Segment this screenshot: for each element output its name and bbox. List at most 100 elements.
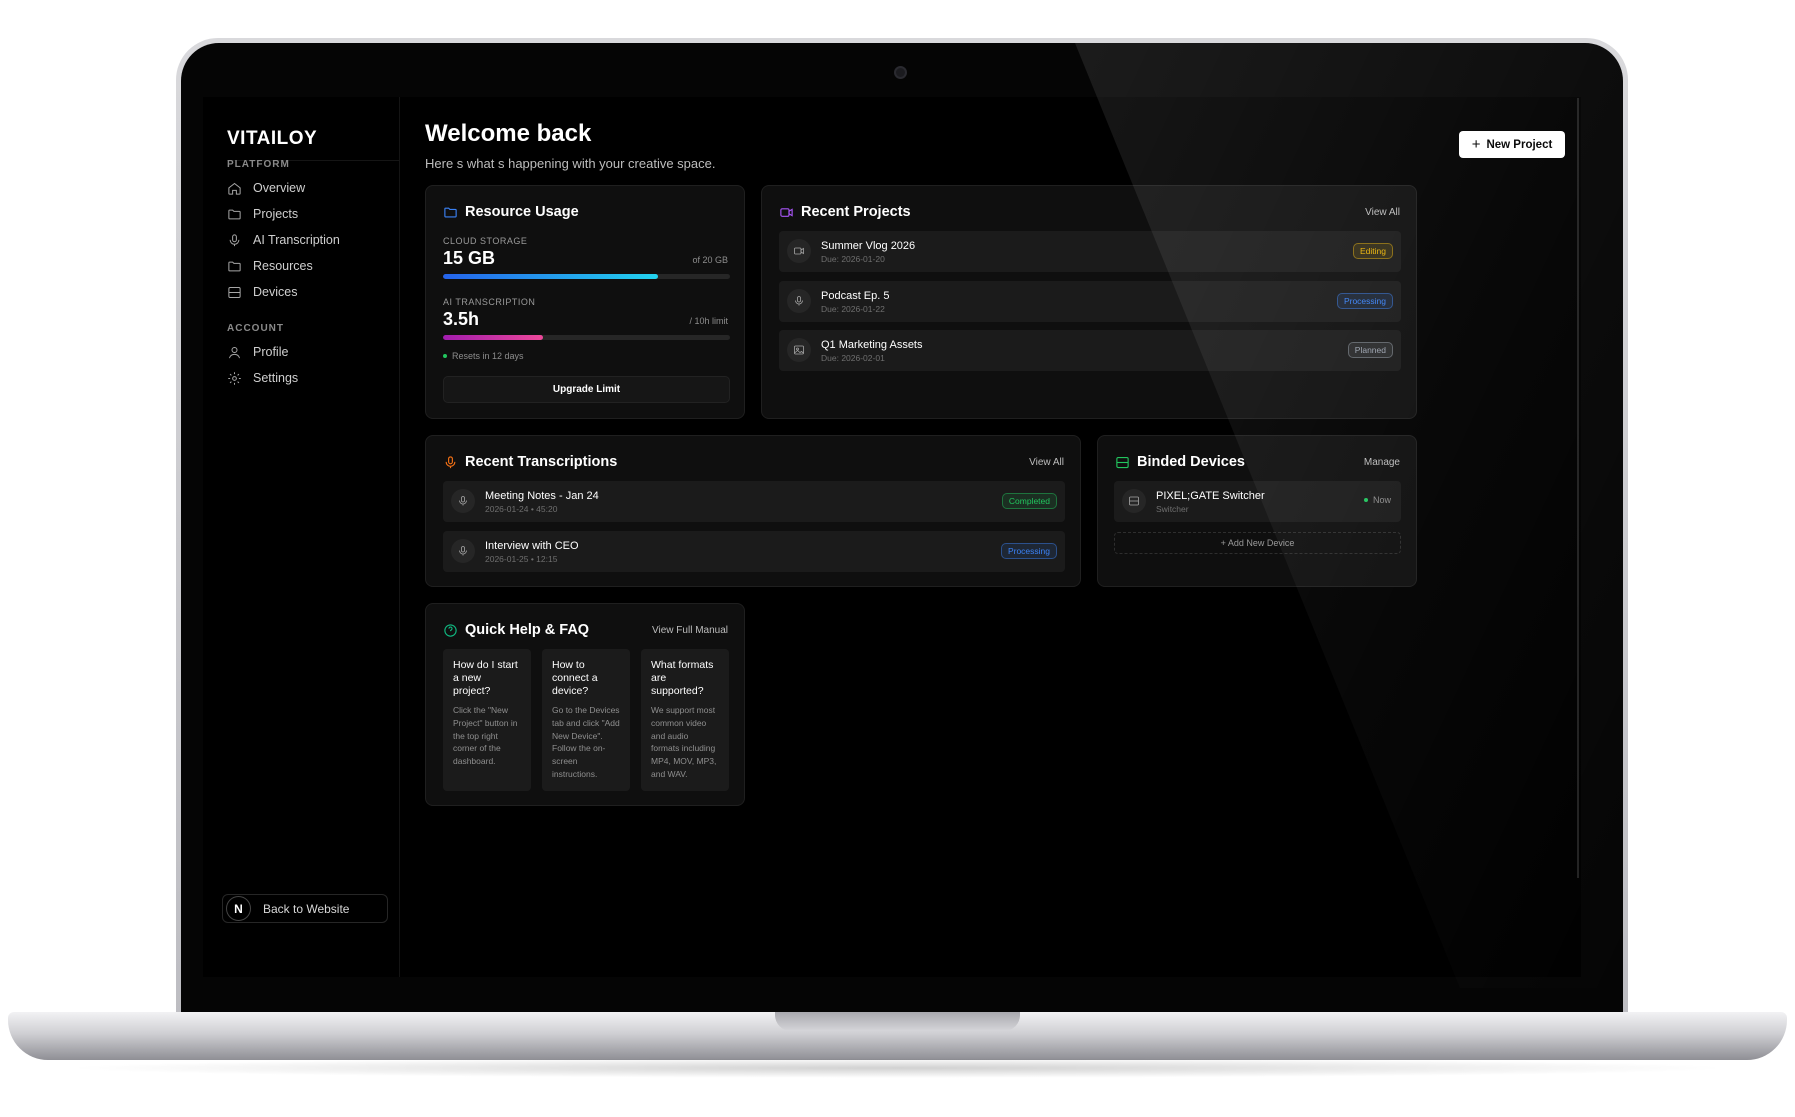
reset-text: Resets in 12 days: [452, 351, 524, 361]
manage-devices-link[interactable]: Manage: [1364, 457, 1400, 468]
device-name: PIXEL;GATE Switcher: [1156, 490, 1265, 502]
back-to-website-button[interactable]: N Back to Website: [222, 894, 388, 923]
transcription-label: AI TRANSCRIPTION: [443, 297, 536, 307]
mic-icon: [787, 289, 811, 313]
card-title: Recent Transcriptions: [443, 454, 617, 470]
device-type: Switcher: [1156, 504, 1189, 514]
sidebar-item-label: Settings: [253, 371, 299, 385]
server-icon: [1122, 489, 1146, 513]
sidebar-item-label: Overview: [253, 181, 306, 195]
storage-progress-fill: [443, 274, 659, 279]
recent-transcriptions-card: Recent Transcriptions View All Meeting N…: [425, 435, 1081, 587]
recent-projects-title: Recent Projects: [801, 204, 911, 220]
storage-progress-bar: [443, 274, 730, 279]
home-icon: [228, 182, 241, 195]
status-badge: Editing: [1353, 243, 1393, 259]
section-label-account: ACCOUNT: [227, 323, 284, 334]
project-row[interactable]: Q1 Marketing Assets Due: 2026-02-01 Plan…: [779, 330, 1401, 371]
laptop-shadow: [60, 1058, 1735, 1078]
server-icon: [228, 286, 241, 298]
transcription-meta: 2026-01-25 • 12:15: [485, 554, 558, 564]
sidebar-item-settings[interactable]: Settings: [227, 365, 387, 391]
faq-card: Quick Help & FAQ View Full Manual How do…: [425, 603, 745, 806]
transcription-meta: 2026-01-24 • 45:20: [485, 504, 558, 514]
page-subtitle: Here s what s happening with your creati…: [425, 156, 716, 171]
screen-edge: [1577, 98, 1579, 878]
help-circle-icon: [444, 623, 457, 637]
sidebar-item-overview[interactable]: Overview: [227, 175, 387, 201]
laptop-mockup: VITAILOY PLATFORM Overview Projects AI T…: [0, 0, 1795, 1117]
faq-title: Quick Help & FAQ: [465, 622, 590, 638]
transcription-limit: / 10h limit: [689, 316, 728, 326]
view-full-manual-link[interactable]: View Full Manual: [652, 625, 728, 636]
faq-answer: Click the "New Project" button in the to…: [453, 705, 518, 767]
recent-transcriptions-title: Recent Transcriptions: [465, 454, 618, 470]
device-status-text: Now: [1372, 495, 1391, 505]
upgrade-limit-button[interactable]: Upgrade Limit: [443, 376, 730, 403]
mic-icon: [451, 489, 475, 513]
status-badge: Processing: [1336, 293, 1393, 309]
faq-answer: Go to the Devices tab and click "Add New…: [552, 705, 620, 779]
folder-icon: [228, 209, 241, 219]
storage-value: 15 GB: [443, 248, 496, 268]
sidebar-item-label: Resources: [253, 259, 313, 273]
online-dot: [1363, 498, 1368, 502]
sidebar-item-label: Profile: [253, 345, 289, 359]
transcription-row[interactable]: Interview with CEO 2026-01-25 • 12:15 Pr…: [443, 531, 1065, 572]
faq-question: How do I start a new project?: [453, 659, 518, 697]
faq-item[interactable]: How do I start a new project? Click the …: [443, 649, 531, 791]
card-title: Quick Help & FAQ: [443, 622, 589, 638]
folder-icon: [444, 207, 457, 217]
status-dot: [443, 354, 447, 358]
transcription-row[interactable]: Meeting Notes - Jan 24 2026-01-24 • 45:2…: [443, 481, 1065, 522]
resource-usage-card: Resource Usage CLOUD STORAGE 15 GB of 20…: [425, 185, 745, 419]
faq-question: What formats are supported?: [651, 659, 714, 697]
card-title: Recent Projects: [779, 204, 911, 220]
sidebar-item-label: Projects: [253, 207, 299, 221]
device-status: Now: [1363, 495, 1391, 505]
sidebar-item-devices[interactable]: Devices: [227, 279, 387, 305]
sidebar-item-label: AI Transcription: [253, 233, 340, 247]
faq-item[interactable]: How to connect a device? Go to the Devic…: [542, 649, 630, 791]
storage-label: CLOUD STORAGE: [443, 236, 528, 246]
storage-limit: of 20 GB: [692, 255, 728, 265]
binded-devices-card: Binded Devices Manage PIXEL;GATE Switche…: [1097, 435, 1417, 587]
recent-projects-card: Recent Projects View All Summer Vlog 202…: [761, 185, 1417, 419]
sidebar-item-resources[interactable]: Resources: [227, 253, 387, 279]
sidebar-item-projects[interactable]: Projects: [227, 201, 387, 227]
folder-icon: [228, 261, 241, 271]
section-label-platform: PLATFORM: [227, 159, 290, 170]
project-name: Summer Vlog 2026: [821, 240, 916, 252]
mic-icon: [445, 455, 456, 468]
sidebar-item-ai-transcription[interactable]: AI Transcription: [227, 227, 387, 253]
mic-icon: [451, 539, 475, 563]
back-to-website-label: Back to Website: [263, 901, 350, 916]
resource-usage-title: Resource Usage: [465, 204, 579, 220]
status-badge: Completed: [1001, 493, 1057, 509]
server-icon: [1116, 456, 1129, 468]
project-row[interactable]: Podcast Ep. 5 Due: 2026-01-22 Processing: [779, 281, 1401, 322]
project-due: Due: 2026-01-22: [821, 304, 885, 314]
view-all-projects-link[interactable]: View All: [1365, 207, 1400, 218]
project-row[interactable]: Summer Vlog 2026 Due: 2026-01-20 Editing: [779, 231, 1401, 272]
image-icon: [787, 338, 811, 362]
add-new-device-button[interactable]: + Add New Device: [1114, 532, 1401, 554]
video-icon: [780, 207, 793, 217]
card-title: Binded Devices: [1115, 454, 1245, 470]
binded-devices-title: Binded Devices: [1137, 454, 1245, 470]
card-title: Resource Usage: [443, 204, 579, 220]
faq-item[interactable]: What formats are supported? We support m…: [641, 649, 729, 791]
sidebar-item-profile[interactable]: Profile: [227, 339, 387, 365]
transcription-name: Meeting Notes - Jan 24: [485, 490, 599, 502]
device-row[interactable]: PIXEL;GATE Switcher Switcher Now: [1114, 481, 1401, 522]
page-title: Welcome back: [425, 120, 592, 147]
project-due: Due: 2026-01-20: [821, 254, 885, 264]
view-all-transcriptions-link[interactable]: View All: [1029, 457, 1064, 468]
plus-icon: +: [1471, 136, 1481, 153]
new-project-button[interactable]: + New Project: [1459, 131, 1565, 158]
transcription-progress-bar: [443, 335, 730, 340]
new-project-label: New Project: [1486, 138, 1553, 151]
transcription-value: 3.5h: [443, 309, 480, 329]
brand-logo[interactable]: VITAILOY: [227, 128, 317, 150]
reset-info: Resets in 12 days: [443, 351, 524, 361]
